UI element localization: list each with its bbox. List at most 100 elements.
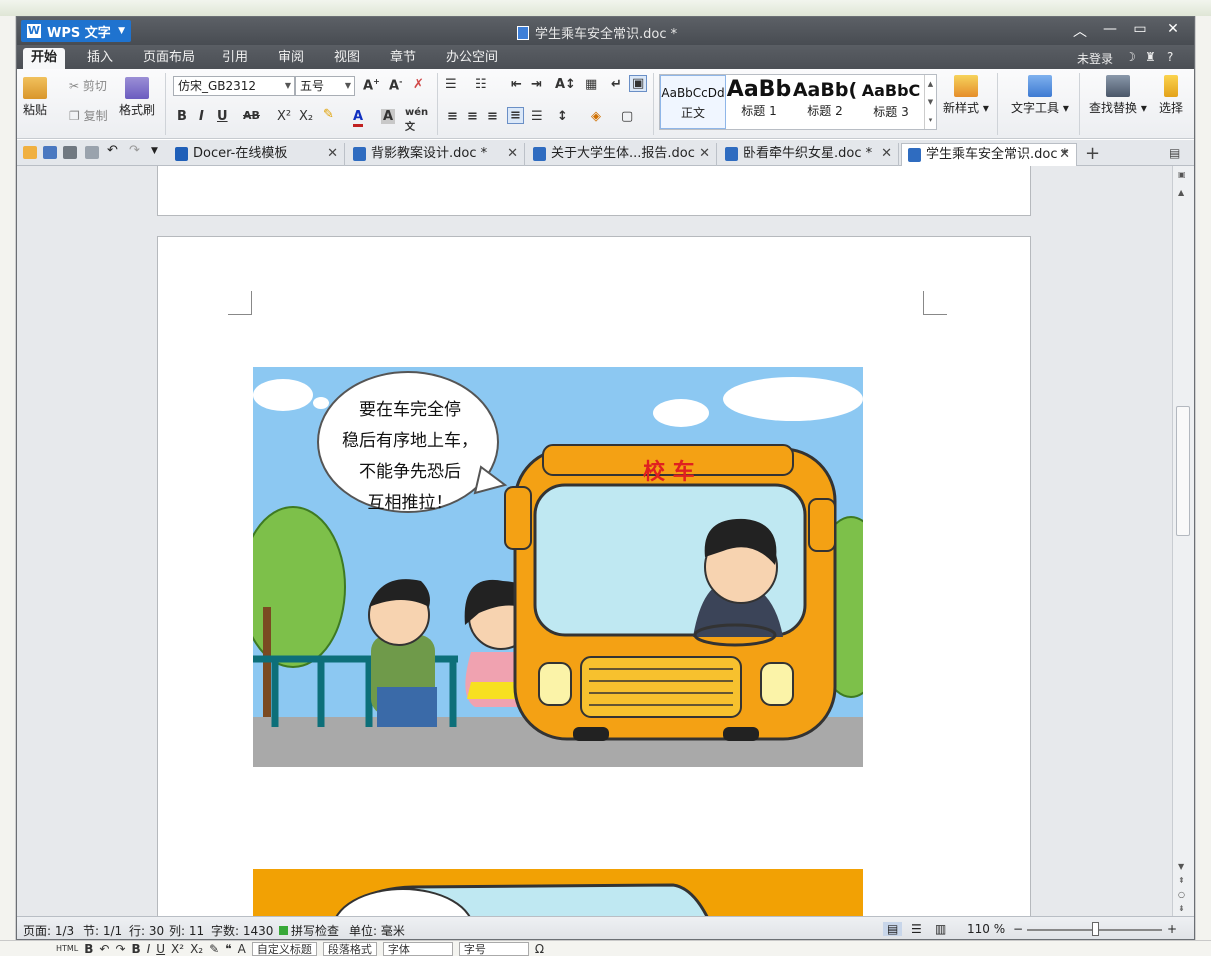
collapse-ribbon-icon[interactable]: ︿ [1069, 21, 1091, 41]
second-cartoon-image[interactable] [253, 869, 863, 916]
status-page[interactable]: 页面: 1/3 [23, 922, 74, 939]
new-tab-icon[interactable]: + [1085, 143, 1100, 164]
text-tools-button[interactable]: 文字工具 ▾ [1011, 75, 1069, 116]
decrease-indent-icon[interactable]: ⇤ [511, 77, 522, 92]
tab-list-icon[interactable]: ▤ [1169, 146, 1180, 160]
scroll-down-icon[interactable]: ▼ [1178, 862, 1184, 871]
subscript-icon[interactable]: X₂ [190, 942, 203, 956]
shirt-icon[interactable]: ♜ [1145, 50, 1156, 64]
vertical-scrollbar[interactable]: ▣ ▲ ▼ ⇞ ○ ⇟ [1172, 166, 1194, 916]
highlight-icon[interactable]: ✎ [323, 107, 334, 122]
align-left-icon[interactable]: ≡ [447, 109, 458, 124]
bold2-icon[interactable]: B [132, 942, 141, 956]
align-right-icon[interactable]: ≡ [487, 109, 498, 124]
increase-indent-icon[interactable]: ⇥ [531, 77, 542, 92]
doc-tab-bus-safety[interactable]: 学生乘车安全常识.doc * ✕ [901, 143, 1077, 166]
redo-icon[interactable]: ↷ [115, 942, 125, 956]
web-view-icon[interactable]: ▥ [935, 922, 946, 936]
custom-heading-select[interactable]: 自定义标题 [251, 941, 317, 956]
close-tab-icon[interactable]: ✕ [507, 143, 518, 165]
subscript-icon[interactable]: X₂ [299, 109, 313, 124]
style-normal[interactable]: AaBbCcDd 正文 [660, 75, 726, 129]
save-icon[interactable] [43, 146, 57, 159]
style-heading-3[interactable]: AaBbC 标题 3 [858, 75, 924, 129]
open-icon[interactable] [23, 146, 37, 159]
next-page-icon[interactable]: ⇟ [1178, 904, 1185, 913]
tab-office-space[interactable]: 办公空间 [438, 48, 506, 69]
zoom-in-icon[interactable]: + [1167, 922, 1177, 936]
show-marks-icon[interactable]: ▣ [629, 75, 648, 92]
style-heading-1[interactable]: AaBb 标题 1 [726, 75, 792, 129]
table-icon[interactable]: ▦ [585, 77, 597, 92]
skin-icon[interactable]: ☽ [1125, 50, 1136, 64]
align-center-icon[interactable]: ≡ [467, 109, 478, 124]
bold-icon[interactable]: B [84, 942, 93, 956]
italic-icon[interactable]: I [147, 942, 151, 956]
tab-insert[interactable]: 插入 [79, 48, 121, 69]
phonetic-icon[interactable]: wén 文 [405, 107, 428, 133]
close-tab-icon[interactable]: ✕ [327, 143, 338, 165]
paragraph-mark-icon[interactable]: ↵ [611, 77, 622, 92]
page-view-icon[interactable]: ▤ [883, 922, 903, 936]
scroll-up-icon[interactable]: ▲ [1178, 188, 1184, 197]
strikethrough-icon[interactable]: AB [243, 109, 260, 122]
outline-view-icon[interactable]: ☰ [911, 922, 922, 936]
new-style-button[interactable]: 新样式 ▾ [943, 75, 989, 116]
numbering-icon[interactable]: ☷ [475, 77, 487, 92]
document-area[interactable]: 校 车 要在车完全停 稳后有序地上车， 不能争先恐后 互相推拉！ [17, 166, 1172, 916]
text-direction-icon[interactable]: A↕ [555, 77, 576, 92]
line-spacing-icon[interactable]: ↕ [557, 109, 568, 124]
tab-home[interactable]: 开始 [23, 48, 66, 69]
font-color-icon[interactable]: A [238, 942, 246, 956]
scroll-mark-icon[interactable]: ▣ [1178, 170, 1186, 179]
grow-font-icon[interactable]: A+ [363, 77, 380, 93]
html-icon[interactable]: HTML [56, 944, 78, 953]
quote-icon[interactable]: ❝ [225, 942, 231, 956]
find-replace-button[interactable]: 查找替换 ▾ [1089, 75, 1147, 116]
help-button[interactable]: ? [1167, 50, 1173, 64]
style-gallery-scroll[interactable]: ▲ ▼ ▾ [924, 75, 936, 129]
omega-icon[interactable]: Ω [535, 942, 544, 956]
paste-button[interactable]: 粘贴 [23, 77, 47, 118]
copy-button[interactable]: ❐ 复制 [69, 107, 108, 124]
format-painter-button[interactable]: 格式刷 [119, 77, 155, 118]
close-tab-icon[interactable]: ✕ [699, 143, 710, 165]
minimize-icon[interactable]: — [1099, 21, 1121, 37]
tab-review[interactable]: 审阅 [270, 48, 312, 69]
print-preview-icon[interactable] [85, 146, 99, 159]
select-button[interactable]: 选择 [1159, 75, 1183, 116]
justify-icon[interactable]: ≡ [507, 107, 524, 124]
tab-page-layout[interactable]: 页面布局 [135, 48, 203, 69]
superscript-icon[interactable]: X² [171, 942, 184, 956]
font-size-select[interactable]: 字号 [458, 941, 529, 956]
tab-view[interactable]: 视图 [326, 48, 368, 69]
doc-tab-docer[interactable]: Docer-在线模板 ✕ [169, 143, 345, 166]
zoom-slider-knob[interactable] [1092, 922, 1099, 936]
clear-format-icon[interactable]: ✗ [413, 77, 424, 92]
print-icon[interactable] [63, 146, 77, 159]
cut-button[interactable]: ✂ 剪切 [69, 77, 107, 94]
italic-icon[interactable]: I [199, 109, 204, 124]
prev-page-icon[interactable]: ⇞ [1178, 876, 1185, 885]
scroll-thumb[interactable] [1176, 406, 1190, 536]
undo-icon[interactable]: ↶ [99, 942, 109, 956]
char-shading-icon[interactable]: A [381, 109, 396, 124]
maximize-icon[interactable]: ▭ [1129, 21, 1151, 37]
zoom-level[interactable]: 110 % [967, 922, 1005, 936]
app-menu-button[interactable]: W WPS 文字 ▼ [21, 20, 131, 42]
border-icon[interactable]: ▢ [621, 109, 633, 124]
doc-tab-beiying[interactable]: 背影教案设计.doc * ✕ [347, 143, 525, 166]
tab-references[interactable]: 引用 [214, 48, 256, 69]
style-heading-2[interactable]: AaBb( 标题 2 [792, 75, 858, 129]
login-status[interactable]: 未登录 [1077, 50, 1113, 67]
bold-icon[interactable]: B [177, 109, 187, 124]
status-word-count[interactable]: 字数: 1430 [211, 922, 273, 939]
font-select[interactable]: 字体 [382, 941, 453, 956]
tab-chapter[interactable]: 章节 [382, 48, 424, 69]
redo-icon[interactable]: ↷ [129, 143, 143, 158]
close-icon[interactable]: ✕ [1162, 21, 1184, 37]
document-page[interactable]: 校 车 要在车完全停 稳后有序地上车， 不能争先恐后 互相推拉！ [157, 236, 1031, 916]
browse-object-icon[interactable]: ○ [1178, 890, 1185, 899]
font-color-icon[interactable]: A [353, 109, 364, 127]
paragraph-format-select[interactable]: 段落格式 [322, 941, 377, 956]
